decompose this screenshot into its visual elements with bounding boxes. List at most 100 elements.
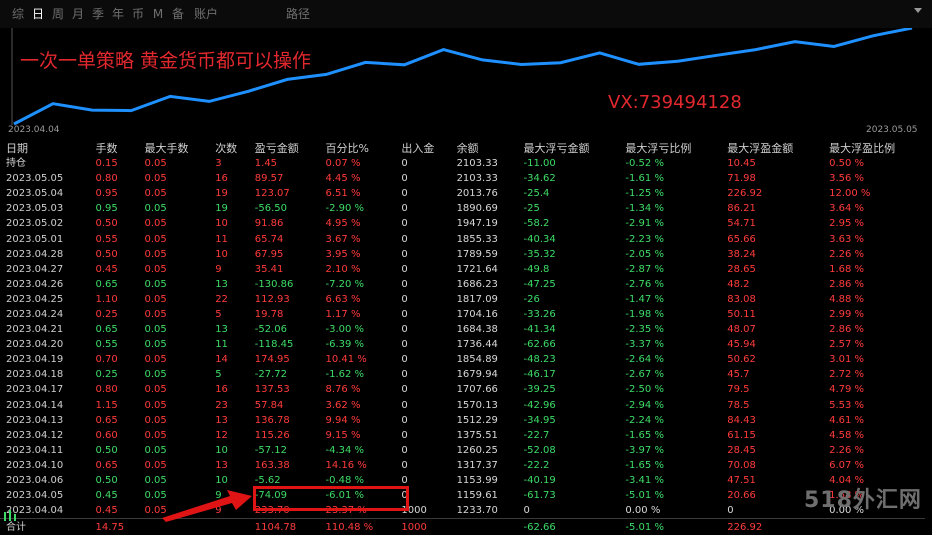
cell-max-loss-pct: -2.87 % [625, 263, 664, 275]
column-header[interactable]: 盈亏金额 [249, 140, 320, 156]
cell-max-loss: -22.2 [523, 459, 550, 471]
tab-2[interactable]: 周 [48, 0, 68, 28]
table-row[interactable]: 持仓 0.15 0.05 3 1.45 0.07 % 0 2103.33 -11.00 -0.52… [0, 156, 925, 171]
cell-max-loss: -48.23 [523, 354, 556, 366]
tab-10[interactable]: 路径 [280, 0, 316, 28]
table-row[interactable]: 2023.04.17 0.80 0.05 16 137.53 8.76 % 0 1707.66… [0, 382, 925, 397]
table-row[interactable]: 2023.04.27 0.45 0.05 9 35.41 2.10 % 0 1721.64 -4… [0, 262, 925, 277]
period-tab-bar: 综日周月季年币 M 备账户 路径 [0, 0, 932, 28]
cell-pnl: 1.45 [254, 158, 278, 170]
tab-5[interactable]: 年 [108, 0, 128, 28]
cell-count: 16 [215, 173, 228, 185]
column-header[interactable]: 最大浮亏比例 [619, 140, 721, 156]
table-row[interactable]: 2023.04.13 0.65 0.05 13 136.78 9.94 % 0 1512.29… [0, 413, 925, 428]
cell-max-lots: 0.05 [144, 233, 167, 245]
table-row[interactable]: 2023.04.14 1.15 0.05 23 57.84 3.62 % 0 1570.13 -… [0, 398, 925, 413]
cell-io: 0 [401, 459, 408, 471]
cell-max-lots: 0.05 [144, 158, 167, 170]
tab-8[interactable]: 备 [168, 0, 188, 28]
cell-max-gain-pct: 6.07 % [829, 459, 865, 471]
cell-max-gain-pct: 0.50 % [829, 158, 865, 170]
cell-max-gain: 50.62 [727, 354, 756, 366]
cell-max-gain: 84.43 [727, 414, 756, 426]
cell-max-gain: 50.11 [727, 308, 756, 320]
cell-max-gain: 10.45 [727, 158, 756, 170]
table-row[interactable]: 2023.04.04 0.45 0.05 9 233.70 23.37 % 1000 1233… [0, 503, 925, 519]
column-header[interactable]: 最大浮亏金额 [518, 140, 620, 156]
table-row[interactable]: 2023.04.11 0.50 0.05 10 -57.12 -4.34 % 0 1260.2… [0, 443, 925, 458]
cell-lots: 0.45 [95, 505, 118, 517]
column-header[interactable]: 余额 [451, 140, 518, 156]
daily-stats-table: 日期 手数 最大手数 次数 盈亏金额 百分比% 出入金 余额 最大浮亏金额 最大浮亏比例 最大浮盈金… [0, 140, 925, 535]
cell-max-lots: 0.05 [144, 248, 167, 260]
table-row[interactable]: 2023.04.26 0.65 0.05 13 -130.86 -7.20 % 0 1686.… [0, 277, 925, 292]
tab-4[interactable]: 季 [88, 0, 108, 28]
column-header[interactable]: 日期 [0, 140, 89, 156]
cell-max-gain: 28.65 [727, 263, 756, 275]
column-header[interactable]: 手数 [89, 140, 138, 156]
cell-io: 0 [401, 384, 408, 396]
cell-max-loss: -49.8 [523, 263, 550, 275]
cell-max-gain: 65.66 [727, 233, 756, 245]
table-row[interactable]: 2023.05.05 0.80 0.05 16 89.57 4.45 % 0 2103.33 -… [0, 171, 925, 186]
cell-pnl: 35.41 [254, 263, 284, 275]
table-row[interactable]: 2023.05.04 0.95 0.05 19 123.07 6.51 % 0 2013.76… [0, 186, 925, 201]
dropdown-arrow-icon[interactable] [914, 8, 922, 13]
cell-max-gain: 83.08 [727, 293, 756, 305]
table-row[interactable]: 2023.04.12 0.60 0.05 12 115.26 9.15 % 0 1375.51… [0, 428, 925, 443]
column-header[interactable]: 最大浮盈比例 [823, 140, 925, 156]
cell-max-lots: 0.05 [144, 278, 167, 290]
column-header[interactable]: 最大手数 [138, 140, 209, 156]
tab-9[interactable]: 账户 [188, 0, 224, 28]
cell-max-loss: -26 [523, 293, 540, 305]
cell-pct: 6.51 % [325, 188, 361, 200]
tab-6[interactable]: 币 [128, 0, 148, 28]
tab-3[interactable]: 月 [68, 0, 88, 28]
total-pnl: 1104.78 [248, 518, 320, 535]
column-header[interactable]: 最大浮盈金额 [721, 140, 823, 156]
cell-max-loss-pct: 0.00 % [625, 505, 661, 517]
tab-1[interactable]: 日 [28, 0, 48, 28]
cell-date: 2023.04.21 [6, 324, 64, 336]
cell-max-loss-pct: -3.97 % [625, 444, 664, 456]
column-header[interactable]: 出入金 [395, 140, 450, 156]
table-row[interactable]: 2023.05.01 0.55 0.05 11 65.74 3.67 % 0 1855.33 -… [0, 231, 925, 246]
table-row[interactable]: 2023.04.10 0.65 0.05 13 163.38 14.16 % 0 1317.3… [0, 458, 925, 473]
tab-7[interactable]: M [148, 0, 168, 28]
strategy-title: 一次一单策略 黄金货币都可以操作 [20, 50, 312, 72]
scroll-grip-icon[interactable] [2, 508, 24, 522]
cell-max-lots: 0.05 [144, 188, 167, 200]
cell-balance: 1890.69 [456, 203, 498, 215]
cell-max-loss-pct: -2.67 % [625, 369, 664, 381]
cell-count: 13 [215, 414, 228, 426]
table-row[interactable]: 2023.04.24 0.25 0.05 5 19.78 1.17 % 0 1704.16 -3… [0, 307, 925, 322]
table-row[interactable]: 2023.04.19 0.70 0.05 14 174.95 10.41 % 0 1854.8… [0, 352, 925, 367]
tab-0[interactable]: 综 [8, 0, 28, 28]
table-row[interactable]: 2023.05.02 0.50 0.05 10 91.86 4.95 % 0 1947.19 -… [0, 216, 925, 231]
table-row[interactable]: 2023.04.06 0.50 0.05 10 -5.62 -0.48 % 0 1153.99… [0, 473, 925, 488]
total-row: 合计 14.75 1104.78 110.48 % 1000 -62.66 -5.01 % 2… [0, 518, 925, 535]
table-row[interactable]: 2023.04.18 0.25 0.05 5 -27.72 -1.62 % 0 1679.94… [0, 367, 925, 382]
table-row[interactable]: 2023.04.21 0.65 0.05 13 -52.06 -3.00 % 0 1684.3… [0, 322, 925, 337]
cell-max-lots: 0.05 [144, 475, 167, 487]
cell-max-gain: 61.15 [727, 429, 756, 441]
cell-max-gain: 38.24 [727, 248, 756, 260]
cell-max-gain-pct: 1.68 % [829, 263, 865, 275]
cell-max-gain-pct: 3.64 % [829, 203, 865, 215]
table-row[interactable]: 2023.04.28 0.50 0.05 10 67.95 3.95 % 0 1789.59 -… [0, 247, 925, 262]
cell-date: 2023.04.25 [6, 293, 64, 305]
table-row[interactable]: 2023.04.05 0.45 0.05 9 -74.09 -6.01 % 0 1159.61… [0, 488, 925, 503]
cell-date: 2023.05.05 [6, 173, 64, 185]
column-header[interactable]: 次数 [209, 140, 249, 156]
cell-max-gain-pct: 2.99 % [829, 308, 865, 320]
table-row[interactable]: 2023.04.20 0.55 0.05 11 -118.45 -6.39 % 0 1736.… [0, 337, 925, 352]
cell-count: 5 [215, 308, 222, 320]
table-row[interactable]: 2023.05.03 0.95 0.05 19 -56.50 -2.90 % 0 1890.6… [0, 201, 925, 216]
cell-balance: 2103.33 [456, 158, 498, 170]
cell-max-gain-pct: 4.88 % [829, 293, 865, 305]
cell-max-gain-pct: 2.86 % [829, 324, 865, 336]
cell-max-gain-pct: 3.63 % [829, 233, 865, 245]
cell-balance: 1854.89 [456, 354, 498, 366]
column-header[interactable]: 百分比% [320, 140, 396, 156]
table-row[interactable]: 2023.04.25 1.10 0.05 22 112.93 6.63 % 0 1817.09… [0, 292, 925, 307]
